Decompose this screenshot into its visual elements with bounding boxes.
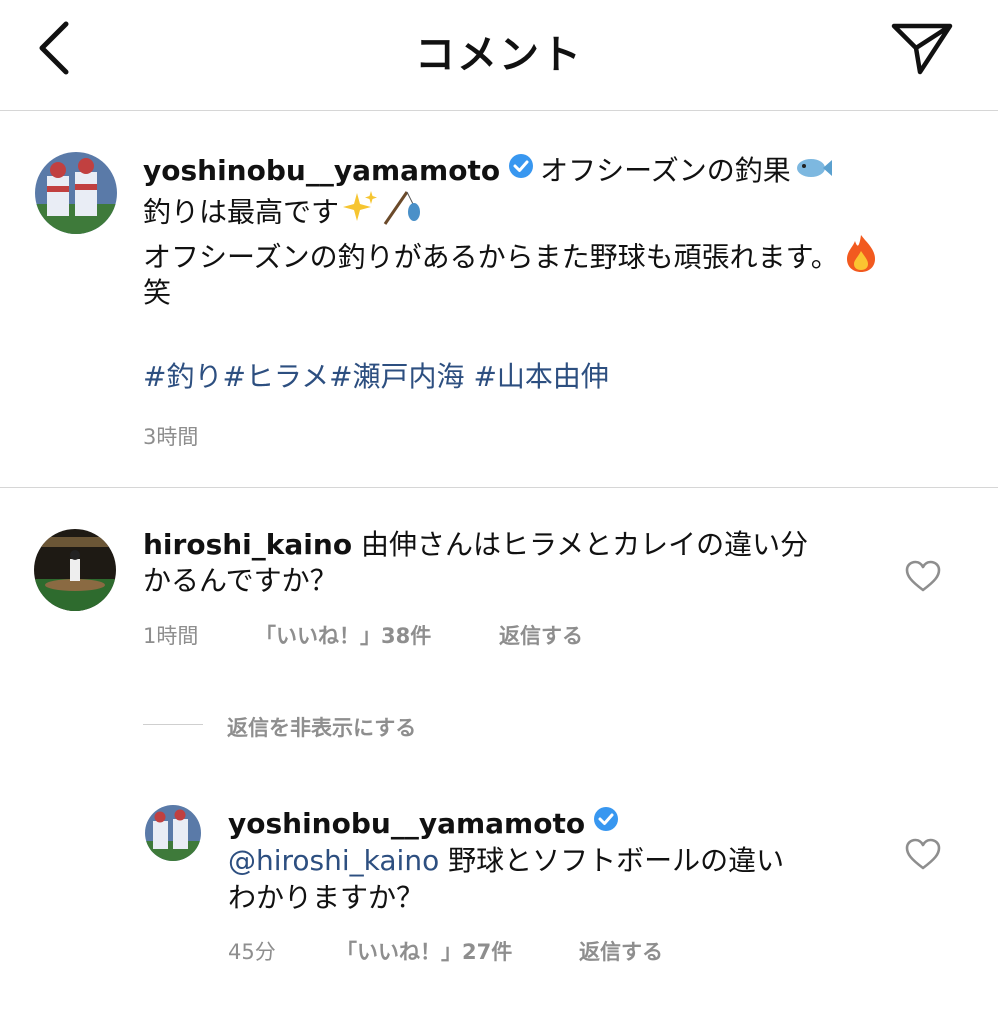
fire-emoji-icon — [843, 233, 879, 284]
sparkles-emoji-icon — [343, 191, 379, 236]
fish-emoji-icon — [795, 152, 833, 192]
heart-icon — [905, 838, 941, 870]
like-button[interactable] — [905, 560, 941, 596]
mention-link[interactable]: @hiroshi_kaino — [228, 844, 439, 877]
comment-username[interactable]: hiroshi_kaino — [143, 528, 352, 561]
header-bar: コメント — [0, 0, 998, 111]
caption-text: 釣りは最高です — [143, 195, 340, 229]
comment-reply-button[interactable]: 返信する — [499, 620, 583, 650]
reply-line-2: @hiroshi_kaino 野球とソフトボールの違い — [228, 841, 784, 881]
comment-likes-count[interactable]: 「いいね！」38件 — [255, 620, 431, 650]
comment-timestamp: 1時間 — [143, 624, 199, 648]
divider — [143, 724, 203, 725]
caption-text: オフシーズンの釣果 — [540, 154, 791, 187]
hide-replies-button[interactable]: 返信を非表示にする — [227, 712, 416, 742]
hashtag-link[interactable]: #瀬戸内海 — [329, 360, 464, 393]
verified-badge-icon — [593, 803, 619, 843]
avatar[interactable] — [145, 805, 201, 861]
like-button[interactable] — [905, 838, 941, 874]
heart-icon — [905, 560, 941, 592]
page-title: コメント — [415, 32, 583, 78]
reply-timestamp: 45分 — [228, 940, 276, 964]
comment-line-2: かるんですか？ — [143, 564, 338, 597]
caption-text: オフシーズンの釣りがあるからまた野球も頑張れます。 — [143, 240, 839, 274]
comment-line-1: hiroshi_kaino 由伸さんはヒラメとカレイの違い分 — [143, 525, 808, 565]
comment-text: 由伸さんはヒラメとカレイの違い分 — [360, 528, 809, 561]
paper-plane-icon — [891, 23, 953, 75]
hashtag-link[interactable]: #ヒラメ — [222, 360, 329, 393]
avatar[interactable] — [35, 152, 117, 234]
hashtags: #釣り#ヒラメ#瀬戸内海 #山本由伸 — [143, 355, 609, 395]
caption-line-4: 笑 — [143, 276, 172, 309]
reply-text: 野球とソフトボールの違い — [448, 844, 785, 877]
send-button[interactable] — [888, 18, 958, 78]
hashtag-link[interactable]: #山本由伸 — [473, 360, 608, 393]
caption-line-2: 釣りは最高です — [143, 190, 423, 237]
avatar[interactable] — [34, 529, 116, 611]
caption-line-1: yoshinobu__yamamoto オフシーズンの釣果 — [143, 150, 833, 194]
reply-reply-button[interactable]: 返信する — [579, 936, 663, 966]
post-caption: yoshinobu__yamamoto オフシーズンの釣果 釣りは最高です オフシ… — [0, 111, 998, 488]
post-timestamp: 3時間 — [143, 425, 199, 449]
reply-username[interactable]: yoshinobu__yamamoto — [228, 807, 585, 840]
reply-line-3: わかりますか？ — [228, 881, 425, 914]
hashtag-link[interactable]: #釣り — [143, 360, 222, 393]
verified-badge-icon — [508, 150, 534, 190]
caption-line-3: オフシーズンの釣りがあるからまた野球も頑張れます。 — [143, 233, 879, 284]
reply-likes-count[interactable]: 「いいね！」27件 — [336, 936, 512, 966]
username[interactable]: yoshinobu__yamamoto — [143, 154, 500, 187]
fishing-pole-emoji-icon — [383, 190, 423, 237]
